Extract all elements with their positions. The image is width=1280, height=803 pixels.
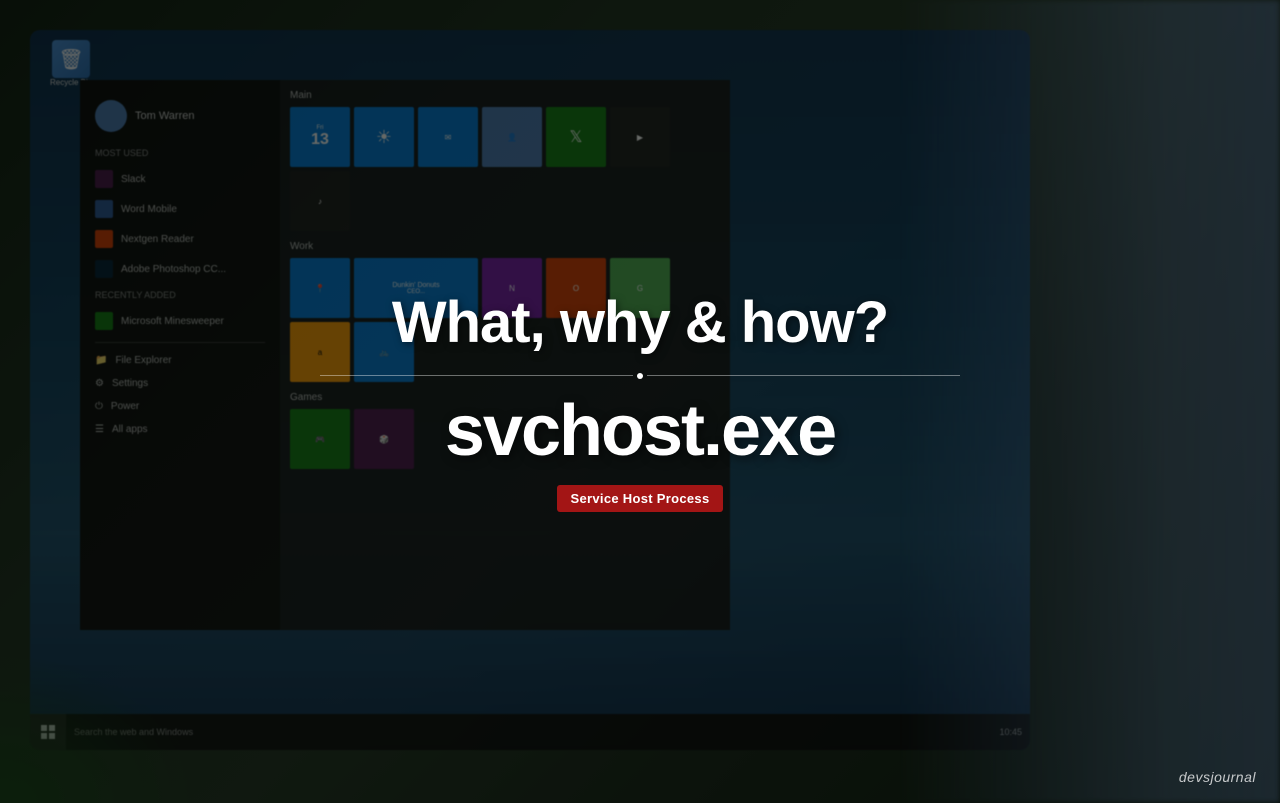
service-host-badge: Service Host Process xyxy=(557,485,724,512)
page-title: What, why & how? xyxy=(392,291,888,355)
divider-right xyxy=(647,375,960,376)
brand-watermark: devsjournal xyxy=(1179,769,1256,785)
divider-dot xyxy=(637,373,643,379)
background: 🗑 Recycle Bin Tom Warren Most used Slack xyxy=(0,0,1280,803)
divider-container xyxy=(320,373,960,379)
divider-left xyxy=(320,375,633,376)
content-overlay: What, why & how? svchost.exe Service Hos… xyxy=(0,0,1280,803)
exe-title: svchost.exe xyxy=(445,395,835,467)
